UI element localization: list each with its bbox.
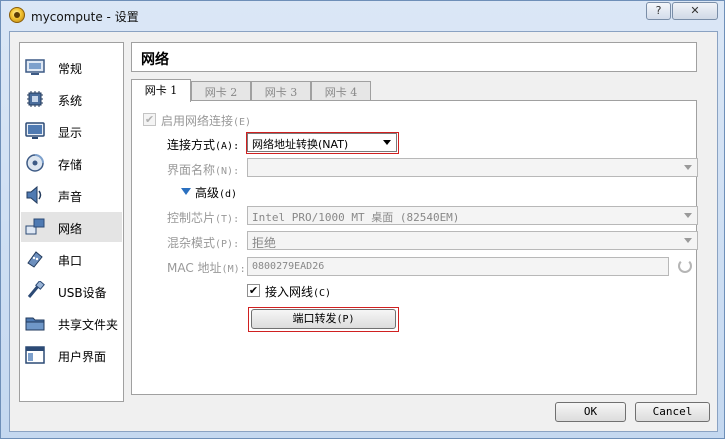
sidebar-item-network[interactable]: 网络 xyxy=(21,212,122,242)
help-button[interactable]: ? xyxy=(646,2,671,20)
sidebar-item-label: 声音 xyxy=(58,190,83,204)
refresh-icon[interactable] xyxy=(678,259,692,273)
sidebar-item-storage[interactable]: 存储 xyxy=(21,148,122,178)
chevron-down-icon xyxy=(684,165,692,170)
interface-name-select[interactable] xyxy=(247,158,698,177)
sidebar-item-label: 串口 xyxy=(58,254,83,268)
title-bar[interactable]: mycompute - 设置 ? ✕ xyxy=(1,1,724,31)
serial-port-icon xyxy=(27,251,43,268)
sidebar-item-label: USB设备 xyxy=(58,286,107,300)
display-icon xyxy=(25,122,45,139)
sidebar-item-shared-folders[interactable]: 共享文件夹 xyxy=(21,308,122,338)
settings-window: mycompute - 设置 ? ✕ 常规 系统 显示 存储 声音 网络 串口 … xyxy=(0,0,725,439)
sidebar-item-user-interface[interactable]: 用户界面 xyxy=(21,340,122,370)
highlight-box xyxy=(246,132,399,154)
sidebar-item-label: 系统 xyxy=(58,94,83,108)
tab-adapter-1[interactable]: 网卡 1 xyxy=(131,79,191,102)
settings-sidebar: 常规 系统 显示 存储 声音 网络 串口 USB设备 共享文件夹 用户界面 xyxy=(19,42,124,402)
sidebar-item-usb[interactable]: USB设备 xyxy=(21,276,122,306)
enable-network-label: 启用网络连接(E) xyxy=(161,114,252,128)
sidebar-item-general[interactable]: 常规 xyxy=(21,52,122,82)
usb-icon xyxy=(27,281,45,298)
chevron-down-icon xyxy=(684,213,692,218)
storage-icon xyxy=(26,154,44,172)
tab-adapter-3[interactable]: 网卡 3 xyxy=(251,81,311,100)
system-icon xyxy=(27,91,43,107)
virtualbox-app-icon xyxy=(9,7,25,23)
sidebar-item-label: 网络 xyxy=(58,222,83,236)
sidebar-item-display[interactable]: 显示 xyxy=(21,116,122,146)
enable-network-checkbox[interactable]: ✔ xyxy=(143,113,156,126)
sidebar-item-label: 存储 xyxy=(58,158,83,172)
adapter-settings-panel: ✔ 启用网络连接(E) 连接方式(A): 网络地址转换(NAT) 界面名称(N)… xyxy=(131,100,698,395)
close-button[interactable]: ✕ xyxy=(672,2,718,20)
dialog-client-area: 常规 系统 显示 存储 声音 网络 串口 USB设备 共享文件夹 用户界面 网络… xyxy=(9,31,718,432)
mac-address-field[interactable]: 0800279EAD26 xyxy=(247,257,669,276)
user-interface-icon xyxy=(25,346,45,364)
cancel-button[interactable]: Cancel xyxy=(635,402,710,422)
adapter-type-label: 控制芯片(T): xyxy=(167,211,240,225)
advanced-toggle[interactable]: 高级(d) xyxy=(195,184,237,201)
sidebar-item-label: 常规 xyxy=(58,62,83,76)
interface-name-label: 界面名称(N): xyxy=(167,163,240,177)
sidebar-item-label: 用户界面 xyxy=(58,350,107,364)
sidebar-item-serial-port[interactable]: 串口 xyxy=(21,244,122,274)
sidebar-item-label: 共享文件夹 xyxy=(58,318,119,332)
tab-adapter-2[interactable]: 网卡 2 xyxy=(191,81,251,100)
expand-triangle-icon[interactable] xyxy=(181,188,191,195)
sidebar-item-label: 显示 xyxy=(58,126,83,140)
tab-adapter-4[interactable]: 网卡 4 xyxy=(311,81,371,100)
sidebar-item-system[interactable]: 系统 xyxy=(21,84,122,114)
cable-connected-checkbox[interactable]: ✔ xyxy=(247,284,260,297)
shared-folder-icon xyxy=(25,317,45,331)
promiscuous-mode-label: 混杂模式(P): xyxy=(167,236,240,250)
page-title: 网络 xyxy=(141,52,169,68)
promiscuous-mode-select[interactable]: 拒绝 xyxy=(247,231,698,250)
audio-icon xyxy=(26,185,42,205)
highlight-box xyxy=(248,307,399,332)
ok-button[interactable]: OK xyxy=(555,402,626,422)
cable-connected-label: 接入网线(C) xyxy=(265,285,332,299)
sidebar-item-audio[interactable]: 声音 xyxy=(21,180,122,210)
general-icon xyxy=(25,59,45,75)
chevron-down-icon xyxy=(684,238,692,243)
adapter-type-select[interactable]: Intel PRO/1000 MT 桌面 (82540EM) xyxy=(247,206,698,225)
network-icon xyxy=(25,218,45,235)
mac-address-label: MAC 地址(M): xyxy=(167,261,246,275)
page-header: 网络 xyxy=(131,42,697,72)
attached-to-label: 连接方式(A): xyxy=(167,138,240,152)
window-title: mycompute - 设置 xyxy=(31,10,139,24)
